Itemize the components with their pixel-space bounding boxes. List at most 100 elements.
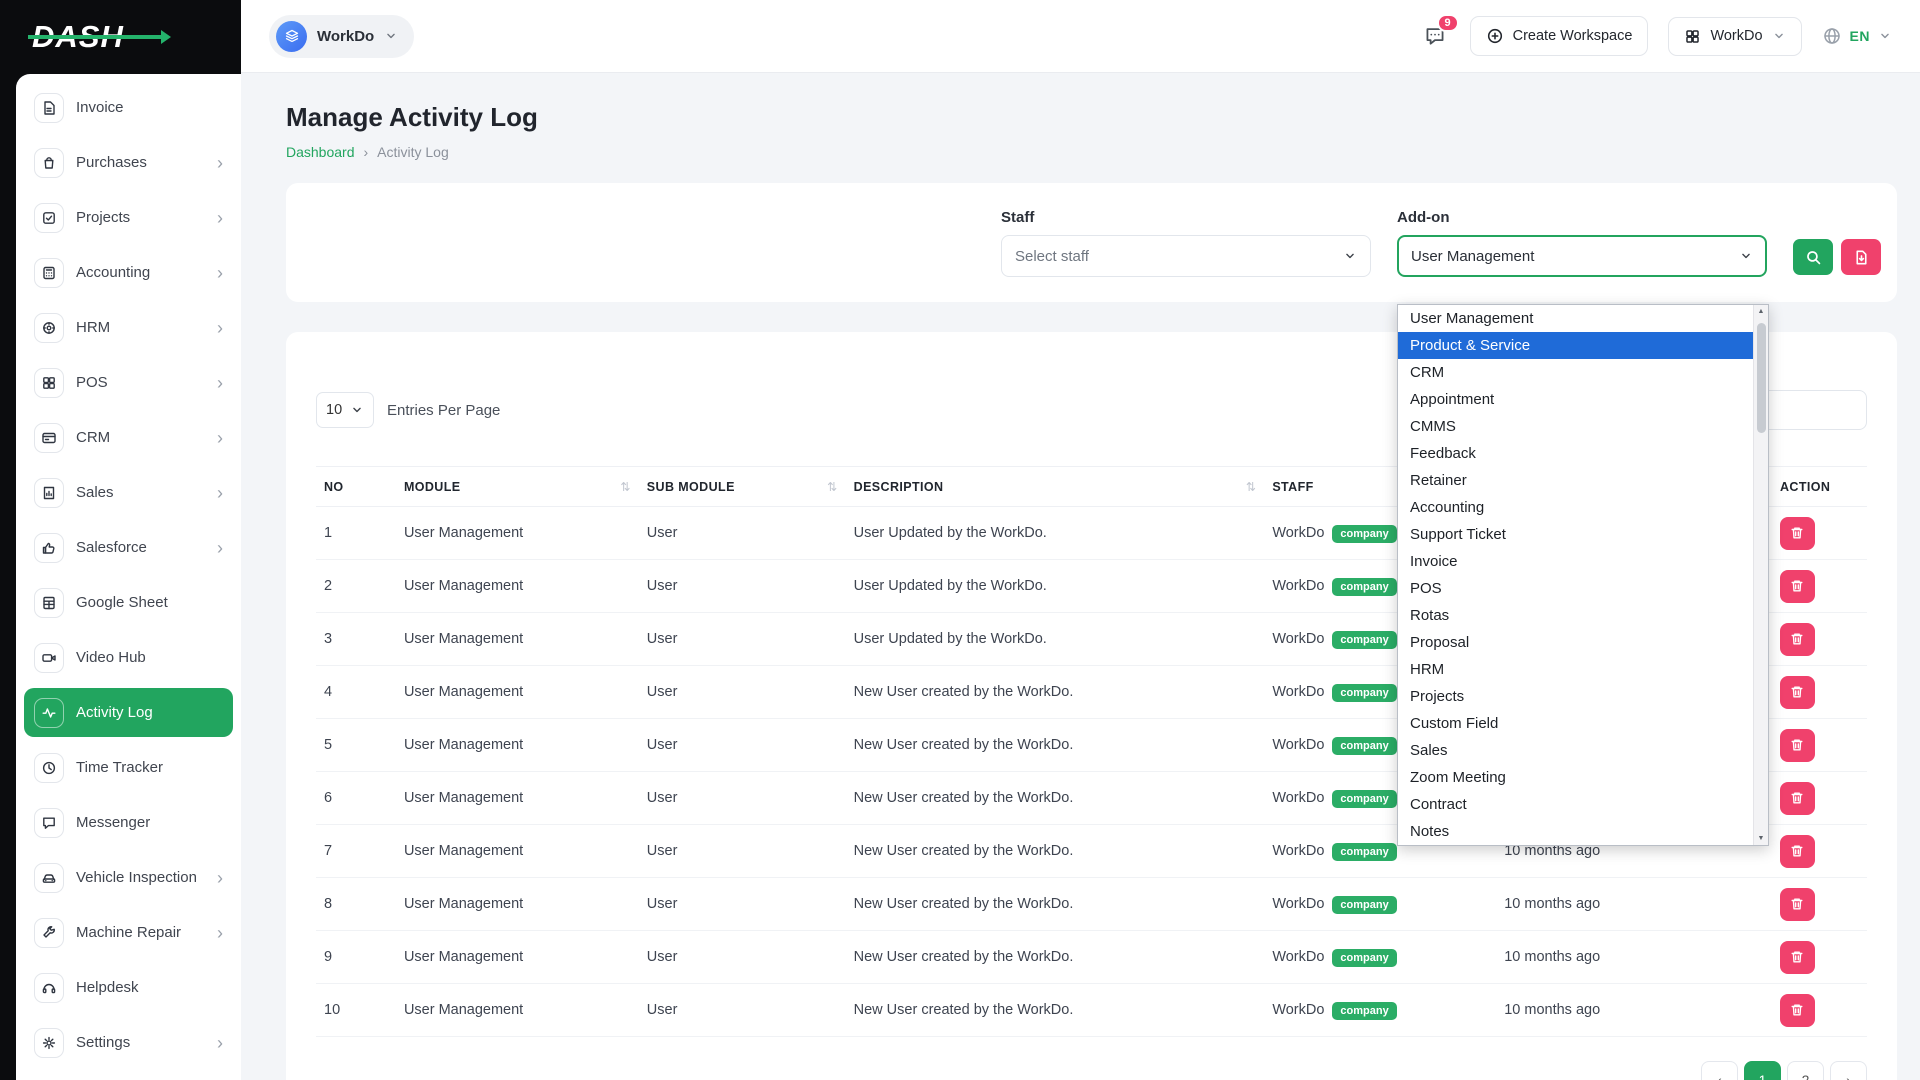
cell-staff: WorkDocompany — [1264, 878, 1496, 931]
dropdown-option-sales[interactable]: Sales — [1398, 737, 1753, 764]
sort-icon[interactable]: ⇅ — [1246, 480, 1256, 494]
sidebar-item-label: Purchases — [76, 154, 147, 171]
cell-module: User Management — [396, 507, 639, 560]
chevron-right-icon: › — [217, 154, 223, 172]
sidebar-item-crm[interactable]: CRM› — [24, 413, 233, 462]
dropdown-option-contract[interactable]: Contract — [1398, 791, 1753, 818]
staff-select[interactable]: Select staff — [1001, 235, 1371, 277]
settings-icon — [34, 1028, 64, 1058]
scroll-down-icon[interactable]: ▼ — [1754, 835, 1768, 842]
column-label: MODULE — [404, 480, 461, 494]
cell-date: 10 months ago — [1496, 984, 1772, 1037]
delete-button[interactable] — [1780, 623, 1815, 656]
messages-button[interactable]: 9 — [1420, 21, 1450, 51]
sidebar-item-time-tracker[interactable]: Time Tracker — [24, 743, 233, 792]
dropdown-option-feedback[interactable]: Feedback — [1398, 440, 1753, 467]
table-row: 10User ManagementUserNew User created by… — [316, 984, 1867, 1037]
language-selector[interactable]: EN — [1822, 26, 1892, 46]
chevron-down-icon — [350, 403, 364, 417]
delete-button[interactable] — [1780, 782, 1815, 815]
delete-button[interactable] — [1780, 888, 1815, 921]
sidebar-item-label: Salesforce — [76, 539, 147, 556]
dropdown-option-cmms[interactable]: CMMS — [1398, 413, 1753, 440]
pagination-prev-button[interactable]: ‹ — [1701, 1061, 1738, 1080]
sidebar-item-messenger[interactable]: Messenger — [24, 798, 233, 847]
sidebar-item-projects[interactable]: Projects› — [24, 193, 233, 242]
chevron-right-icon: › — [217, 1034, 223, 1052]
dropdown-option-projects[interactable]: Projects — [1398, 683, 1753, 710]
dropdown-option-invoice[interactable]: Invoice — [1398, 548, 1753, 575]
sidebar-item-google-sheet[interactable]: Google Sheet — [24, 578, 233, 627]
sidebar-item-hrm[interactable]: HRM› — [24, 303, 233, 352]
pagination: ‹ 12 › — [316, 1061, 1867, 1080]
dropdown-option-retainer[interactable]: Retainer — [1398, 467, 1753, 494]
column-header-description[interactable]: DESCRIPTION⇅ — [846, 467, 1265, 507]
scrollbar-thumb[interactable] — [1757, 323, 1766, 433]
sidebar-item-pos[interactable]: POS› — [24, 358, 233, 407]
invoice-icon — [34, 93, 64, 123]
dropdown-option-support-ticket[interactable]: Support Ticket — [1398, 521, 1753, 548]
activity-log-icon — [34, 698, 64, 728]
dropdown-option-user-management[interactable]: User Management — [1398, 305, 1753, 332]
cell-staff: WorkDocompany — [1264, 931, 1496, 984]
cell-action — [1772, 507, 1867, 560]
create-workspace-button[interactable]: Create Workspace — [1470, 16, 1649, 56]
cell-description: New User created by the WorkDo. — [846, 772, 1265, 825]
pagination-page-1[interactable]: 1 — [1744, 1061, 1781, 1080]
breadcrumb-dashboard-link[interactable]: Dashboard — [286, 144, 355, 160]
sidebar-item-accounting[interactable]: Accounting› — [24, 248, 233, 297]
sort-icon[interactable]: ⇅ — [827, 480, 837, 494]
dropdown-option-zoom-meeting[interactable]: Zoom Meeting — [1398, 764, 1753, 791]
dropdown-option-appointment[interactable]: Appointment — [1398, 386, 1753, 413]
delete-button[interactable] — [1780, 517, 1815, 550]
search-button[interactable] — [1793, 239, 1833, 275]
sidebar-item-machine-repair[interactable]: Machine Repair› — [24, 908, 233, 957]
column-header-sub-module[interactable]: SUB MODULE⇅ — [639, 467, 846, 507]
company-badge: company — [1332, 896, 1396, 914]
staff-filter-group: Staff Select staff — [1001, 209, 1371, 302]
dropdown-option-pos[interactable]: POS — [1398, 575, 1753, 602]
delete-button[interactable] — [1780, 941, 1815, 974]
dropdown-option-product-service[interactable]: Product & Service — [1398, 332, 1753, 359]
column-label: NO — [324, 480, 344, 494]
apps-menu-button[interactable]: WorkDo — [1668, 17, 1801, 56]
sort-icon[interactable]: ⇅ — [620, 480, 630, 494]
sidebar-item-settings[interactable]: Settings› — [24, 1018, 233, 1067]
cell-action — [1772, 560, 1867, 613]
delete-button[interactable] — [1780, 570, 1815, 603]
entries-per-page-select[interactable]: 10 — [316, 392, 374, 428]
sidebar-item-video-hub[interactable]: Video Hub — [24, 633, 233, 682]
export-button[interactable] — [1841, 239, 1881, 275]
dropdown-option-custom-field[interactable]: Custom Field — [1398, 710, 1753, 737]
delete-button[interactable] — [1780, 835, 1815, 868]
dropdown-option-crm[interactable]: CRM — [1398, 359, 1753, 386]
sidebar-item-helpdesk[interactable]: Helpdesk — [24, 963, 233, 1012]
pagination-next-button[interactable]: › — [1830, 1061, 1867, 1080]
dropdown-option-notes[interactable]: Notes — [1398, 818, 1753, 845]
dropdown-option-proposal[interactable]: Proposal — [1398, 629, 1753, 656]
sidebar-item-activity-log[interactable]: Activity Log — [24, 688, 233, 737]
dropdown-scrollbar[interactable]: ▲ ▼ — [1753, 305, 1768, 845]
scroll-up-icon[interactable]: ▲ — [1754, 308, 1768, 315]
workspace-switcher[interactable]: WorkDo — [269, 15, 414, 58]
sidebar-item-salesforce[interactable]: Salesforce› — [24, 523, 233, 572]
delete-button[interactable] — [1780, 729, 1815, 762]
column-header-no: NO — [316, 467, 396, 507]
sidebar-item-sales[interactable]: Sales› — [24, 468, 233, 517]
filter-buttons — [1793, 239, 1881, 302]
plus-circle-icon — [1486, 27, 1504, 45]
addon-select[interactable]: User Management — [1397, 235, 1767, 277]
sidebar-item-invoice[interactable]: Invoice — [24, 83, 233, 132]
cell-module: User Management — [396, 825, 639, 878]
sidebar-item-vehicle-inspection[interactable]: Vehicle Inspection› — [24, 853, 233, 902]
delete-button[interactable] — [1780, 994, 1815, 1027]
dropdown-option-rotas[interactable]: Rotas — [1398, 602, 1753, 629]
cell-sub-module: User — [639, 878, 846, 931]
pagination-page-2[interactable]: 2 — [1787, 1061, 1824, 1080]
column-header-module[interactable]: MODULE ⇅ — [396, 467, 639, 507]
delete-button[interactable] — [1780, 676, 1815, 709]
dropdown-option-hrm[interactable]: HRM — [1398, 656, 1753, 683]
sidebar-item-purchases[interactable]: Purchases › — [24, 138, 233, 187]
dropdown-option-accounting[interactable]: Accounting — [1398, 494, 1753, 521]
create-workspace-label: Create Workspace — [1513, 28, 1633, 44]
